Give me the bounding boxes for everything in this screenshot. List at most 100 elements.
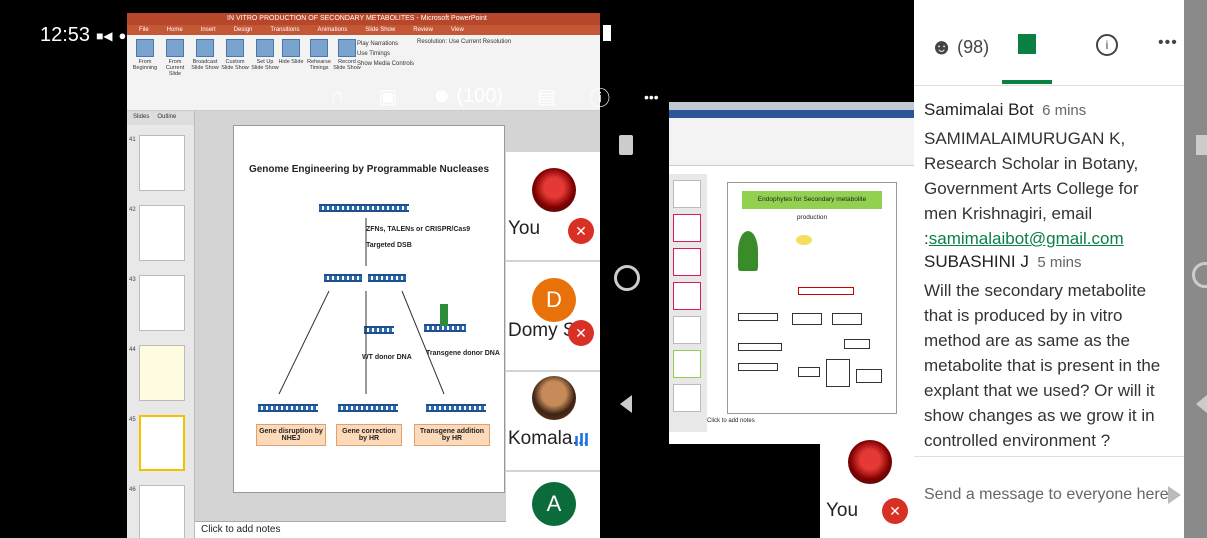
ribbon-checkboxes: Play Narrations Use Timings Show Media C… bbox=[357, 39, 414, 69]
cell-illustration bbox=[796, 235, 812, 245]
ribbon-label: Broadcast Slide Show bbox=[191, 59, 219, 71]
more-options-icon[interactable]: ••• bbox=[1158, 34, 1178, 52]
ribbon-hide-slide[interactable]: Hide Slide bbox=[277, 39, 305, 93]
flow-box bbox=[844, 339, 870, 349]
window-title-2 bbox=[669, 102, 914, 110]
menu-home[interactable]: Home bbox=[167, 25, 183, 35]
ribbon-broadcast[interactable]: Broadcast Slide Show bbox=[191, 39, 219, 93]
recents-nav-icon[interactable] bbox=[1196, 135, 1207, 155]
slide-thumbnail[interactable] bbox=[673, 384, 701, 412]
slide-thumbnail[interactable] bbox=[139, 275, 185, 331]
window-title: IN VITRO PRODUCTION OF SECONDARY METABOL… bbox=[127, 13, 600, 25]
mic-off-icon: ✕ bbox=[568, 320, 594, 346]
chat-icon[interactable]: ▤ bbox=[537, 84, 556, 109]
screen: 12:53 ■◀ ● ∩ ▼ ◢ IN VITRO PRODUCTION OF … bbox=[0, 0, 1207, 538]
back-nav-icon[interactable] bbox=[1196, 395, 1207, 413]
outcome-correction: Gene correction by HR bbox=[336, 424, 402, 446]
menu-insert[interactable]: Insert bbox=[201, 25, 216, 35]
slide-thumbnail[interactable] bbox=[673, 180, 701, 208]
thumb-number: 46 bbox=[129, 487, 136, 493]
active-tab-indicator bbox=[1002, 80, 1052, 84]
ribbon-custom[interactable]: Custom Slide Show bbox=[221, 39, 249, 93]
menu-file[interactable]: File bbox=[139, 25, 149, 35]
flow-box bbox=[738, 313, 778, 321]
send-icon[interactable] bbox=[1168, 486, 1181, 504]
recents-nav-icon[interactable] bbox=[619, 135, 633, 155]
meeting-overlay-controls: ∩ ▣ ☻ (100) ▤ ⓘ ••• bbox=[330, 82, 659, 111]
slide-thumbnail-selected[interactable] bbox=[139, 415, 185, 471]
check-use-timings[interactable]: Use Timings bbox=[357, 49, 414, 59]
dna-strand bbox=[426, 404, 486, 412]
slide-thumbnail[interactable] bbox=[139, 485, 185, 538]
captions-icon[interactable]: ▣ bbox=[378, 84, 397, 109]
message-sender: Samimalai Bot bbox=[924, 100, 1034, 119]
tab-outline[interactable]: Outline bbox=[157, 114, 176, 122]
slide-thumbnail[interactable] bbox=[139, 345, 185, 401]
avatar: D bbox=[532, 278, 576, 322]
flow-box bbox=[798, 287, 854, 295]
mic-off-icon: ✕ bbox=[568, 218, 594, 244]
home-nav-icon[interactable] bbox=[614, 265, 640, 291]
headphones-icon[interactable]: ∩ bbox=[330, 85, 344, 108]
presentation-screen-share-2: Endophytes for Secondary metabolite prod… bbox=[669, 102, 914, 444]
chat-tab-icon[interactable] bbox=[1018, 34, 1036, 54]
ribbon-setup[interactable]: Set Up Slide Show bbox=[251, 39, 279, 93]
battery-icon bbox=[602, 24, 611, 41]
outcome-addition: Transgene addition by HR bbox=[414, 424, 490, 446]
current-slide[interactable]: Genome Engineering by Programmable Nucle… bbox=[233, 125, 505, 493]
menu-transitions[interactable]: Transitions bbox=[270, 25, 299, 35]
ribbon-resolution[interactable]: Resolution: Use Current Resolution bbox=[417, 39, 511, 45]
message-time: 6 mins bbox=[1042, 102, 1087, 119]
menu-slideshow[interactable]: Slide Show bbox=[365, 25, 395, 35]
video-icon: ■◀ bbox=[96, 28, 113, 43]
menu-design[interactable]: Design bbox=[234, 25, 253, 35]
tab-slides[interactable]: Slides bbox=[133, 114, 149, 122]
current-slide-2[interactable]: Endophytes for Secondary metabolite prod… bbox=[727, 182, 897, 414]
menu-review[interactable]: Review bbox=[413, 25, 433, 35]
sidebar-tabs: Slides Outline bbox=[127, 111, 194, 125]
check-play-narrations[interactable]: Play Narrations bbox=[357, 39, 414, 49]
chat-message: SUBASHINI J 5 mins Will the secondary me… bbox=[924, 252, 1174, 453]
email-link[interactable]: samimalaibot@gmail.com bbox=[929, 229, 1124, 248]
participants-button[interactable]: ☻ (100) bbox=[431, 85, 503, 108]
ribbon-label: Rehearse Timings bbox=[307, 59, 331, 71]
speaking-indicator-icon: ıII bbox=[574, 430, 590, 450]
ribbon-from-beginning[interactable]: From Beginning bbox=[131, 39, 159, 93]
slide-thumbnails-panel: Slides Outline 41 42 43 44 45 46 bbox=[127, 111, 195, 538]
info-icon[interactable]: ⓘ bbox=[590, 82, 610, 111]
back-nav-icon[interactable] bbox=[620, 395, 632, 413]
chat-message: Samimalai Bot 6 mins SAMIMALAIMURUGAN K,… bbox=[924, 100, 1174, 251]
check-show-media[interactable]: Show Media Controls bbox=[357, 59, 414, 69]
menu-view[interactable]: View bbox=[451, 25, 464, 35]
slide-thumbnail[interactable] bbox=[673, 282, 701, 310]
message-header: Samimalai Bot 6 mins bbox=[924, 100, 1174, 120]
people-tab[interactable]: ☻ (98) bbox=[930, 34, 989, 60]
status-bar: 12:53 ■◀ ● bbox=[40, 24, 126, 47]
flow-box bbox=[738, 363, 778, 371]
chat-header: ☻ (98) i ••• bbox=[914, 0, 1184, 86]
slide-thumbnail[interactable] bbox=[673, 214, 701, 242]
participant-name: You bbox=[508, 218, 541, 239]
slide-thumbnail[interactable] bbox=[673, 350, 701, 378]
participant-count: (100) bbox=[456, 85, 504, 107]
notes-field-2[interactable]: Click to add notes bbox=[707, 418, 755, 424]
slide-thumbnail[interactable] bbox=[139, 135, 185, 191]
flow-box bbox=[856, 369, 882, 383]
ribbon-label: From Current Slide bbox=[165, 59, 185, 77]
message-body: Will the secondary metabolite that is pr… bbox=[924, 281, 1161, 450]
slide-thumbnail[interactable] bbox=[139, 205, 185, 261]
chat-message-input[interactable]: Send a message to everyone here bbox=[924, 486, 1169, 504]
avatar bbox=[532, 168, 576, 212]
self-name: You bbox=[826, 500, 859, 521]
info-icon[interactable]: i bbox=[1096, 34, 1118, 56]
avatar: A bbox=[532, 482, 576, 526]
ribbon-from-current[interactable]: From Current Slide bbox=[161, 39, 189, 93]
slide-thumbnail[interactable] bbox=[673, 248, 701, 276]
slide-title-2: Endophytes for Secondary metabolite prod… bbox=[742, 191, 882, 221]
ribbon-rehearse[interactable]: Rehearse Timings bbox=[305, 39, 333, 93]
menu-animations[interactable]: Animations bbox=[318, 25, 348, 35]
more-options-icon[interactable]: ••• bbox=[644, 89, 659, 105]
ppt-ribbon-2 bbox=[669, 118, 914, 166]
slide-thumbnail[interactable] bbox=[673, 316, 701, 344]
dna-strand bbox=[258, 404, 318, 412]
